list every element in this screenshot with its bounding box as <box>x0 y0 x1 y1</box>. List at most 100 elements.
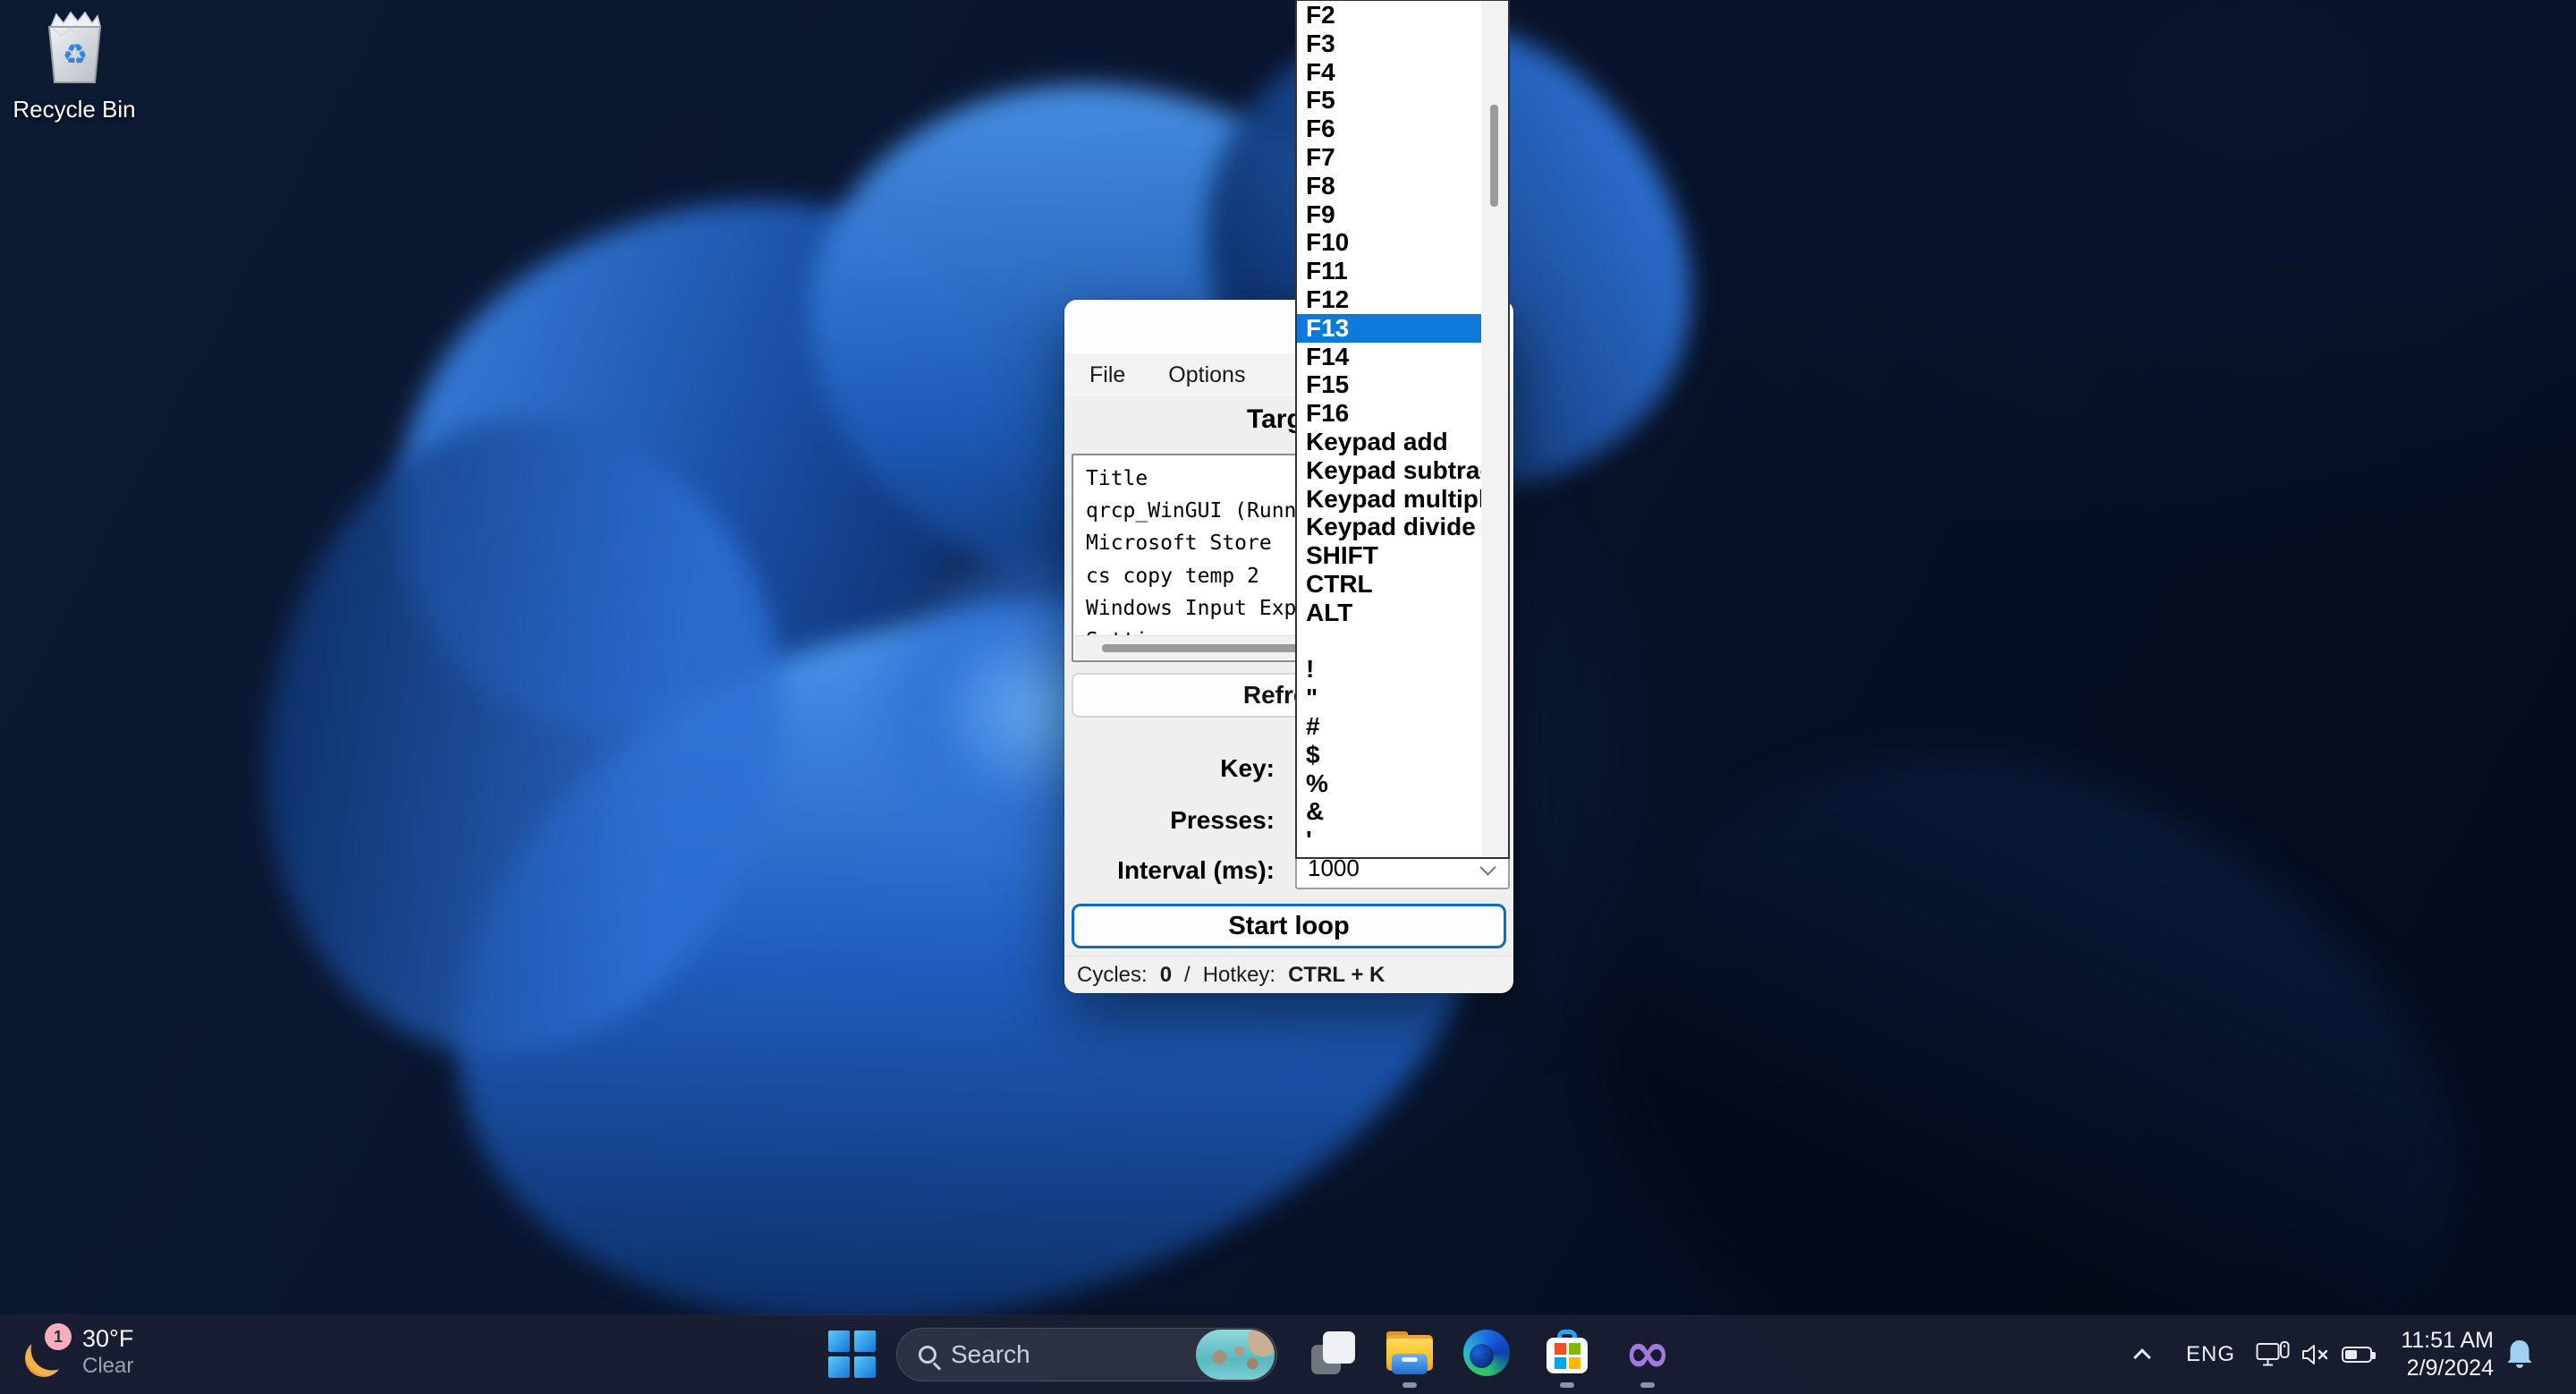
key-dropdown-item[interactable]: F6 <box>1297 115 1481 143</box>
key-dropdown-item[interactable]: F16 <box>1297 399 1481 428</box>
running-indicator <box>1560 1382 1574 1388</box>
start-loop-button[interactable]: Start loop <box>1072 904 1506 948</box>
visual-studio-button[interactable]: ∞ <box>1623 1328 1673 1378</box>
weather-moon-icon: 1 <box>23 1325 72 1379</box>
key-dropdown-item[interactable]: Keypad divide <box>1297 513 1481 541</box>
menu-options[interactable]: Options <box>1163 361 1250 390</box>
key-dropdown-list: F2F3F4F5F6F7F8F9F10F11F12F13F14F15F16Key… <box>1295 0 1510 859</box>
key-dropdown-item[interactable]: SHIFT <box>1297 541 1481 570</box>
store-body <box>1546 1338 1588 1373</box>
key-dropdown-item[interactable]: F2 <box>1297 1 1481 30</box>
weather-condition: Clear <box>82 1353 133 1380</box>
key-dropdown-item[interactable]: F8 <box>1297 172 1481 200</box>
key-dropdown-item[interactable]: F11 <box>1297 257 1481 285</box>
key-dropdown-item[interactable]: Keypad subtract <box>1297 456 1481 485</box>
key-dropdown-item[interactable]: F5 <box>1297 86 1481 115</box>
store-square-red <box>1555 1343 1566 1355</box>
task-view-front-square <box>1323 1331 1355 1364</box>
key-dropdown-item[interactable]: ' <box>1297 826 1481 854</box>
battery-button[interactable] <box>2342 1315 2372 1394</box>
windows-logo-square <box>828 1356 850 1378</box>
svg-text:♻: ♻ <box>63 38 89 71</box>
search-icon <box>919 1346 936 1364</box>
key-dropdown-item[interactable]: F9 <box>1297 200 1481 229</box>
key-dropdown-item[interactable]: F4 <box>1297 58 1481 87</box>
key-dropdown-item[interactable]: ALT <box>1297 599 1481 627</box>
windows-logo-square <box>854 1356 876 1378</box>
start-button[interactable] <box>828 1330 877 1379</box>
display-device-button[interactable] <box>2256 1315 2290 1394</box>
file-explorer-icon <box>1386 1331 1433 1374</box>
microsoft-store-button[interactable] <box>1542 1328 1592 1378</box>
clock-time: 11:51 AM <box>2370 1327 2494 1355</box>
edge-icon <box>1463 1330 1510 1376</box>
key-dropdown-item[interactable]: % <box>1297 769 1481 798</box>
cycles-label: Cycles: <box>1077 963 1148 988</box>
key-dropdown-item[interactable]: Keypad multiply <box>1297 485 1481 514</box>
vertical-scrollbar-thumb[interactable] <box>1490 105 1498 207</box>
battery-icon <box>2342 1347 2372 1363</box>
menu-file[interactable]: File <box>1084 361 1131 390</box>
hidden-icons-chevron[interactable] <box>2133 1348 2151 1366</box>
running-indicator <box>1640 1382 1655 1388</box>
key-dropdown-item[interactable]: F12 <box>1297 285 1481 314</box>
store-square-green <box>1569 1343 1580 1355</box>
chevron-down-icon <box>1479 859 1496 875</box>
recycle-bin-label: Recycle Bin <box>7 96 141 123</box>
key-dropdown-item[interactable]: $ <box>1297 741 1481 769</box>
notification-badge: 1 <box>45 1323 72 1350</box>
interval-label: Interval (ms): <box>1064 856 1275 887</box>
key-dropdown-item[interactable] <box>1297 627 1481 656</box>
key-dropdown-item[interactable]: F10 <box>1297 228 1481 257</box>
key-label: Key: <box>1064 754 1275 785</box>
edge-button[interactable] <box>1462 1328 1512 1378</box>
key-dropdown-item[interactable]: F13 <box>1297 314 1481 343</box>
key-dropdown-item[interactable]: Keypad add <box>1297 428 1481 456</box>
key-dropdown-item[interactable]: F3 <box>1297 30 1481 58</box>
edge-swirl <box>1470 1344 1494 1368</box>
search-input[interactable] <box>951 1340 1196 1369</box>
key-dropdown-item[interactable]: # <box>1297 712 1481 741</box>
horizontal-scrollbar-thumb[interactable] <box>1102 644 1304 652</box>
key-dropdown-item[interactable]: F14 <box>1297 343 1481 371</box>
taskbar: 1 30°F Clear <box>0 1315 2576 1394</box>
task-view-icon <box>1309 1330 1356 1376</box>
cycles-value: 0 <box>1160 963 1172 988</box>
presses-label: Presses: <box>1064 806 1275 837</box>
key-dropdown-item[interactable]: ! <box>1297 655 1481 684</box>
vertical-scrollbar[interactable] <box>1481 1 1508 857</box>
speaker-mute-icon <box>2301 1341 2331 1368</box>
store-square-blue <box>1555 1357 1566 1369</box>
key-dropdown-item[interactable]: CTRL <box>1297 570 1481 599</box>
file-explorer-button[interactable] <box>1385 1328 1435 1378</box>
folder-front <box>1392 1354 1428 1374</box>
visual-studio-icon: ∞ <box>1624 1330 1671 1376</box>
hotkey-value: CTRL + K <box>1288 963 1385 988</box>
notifications-button[interactable] <box>2504 1338 2535 1376</box>
recycle-bin-icon[interactable]: ♻ Recycle Bin <box>7 9 141 123</box>
key-dropdown-item[interactable]: & <box>1297 797 1481 826</box>
monitor-pen-icon <box>2256 1340 2290 1369</box>
language-indicator[interactable]: ENG <box>2186 1315 2235 1394</box>
taskbar-search[interactable] <box>896 1328 1277 1381</box>
status-bar: Cycles: 0 / Hotkey: CTRL + K <box>1064 956 1513 993</box>
bell-icon <box>2504 1338 2535 1372</box>
key-dropdown-item[interactable]: F7 <box>1297 143 1481 172</box>
windows-logo-square <box>828 1330 850 1352</box>
windows-logo-square <box>854 1330 876 1352</box>
clock-date: 2/9/2024 <box>2370 1355 2494 1382</box>
store-square-yellow <box>1569 1357 1580 1369</box>
recycle-bin-glyph: ♻ <box>40 9 108 88</box>
status-separator: / <box>1184 963 1191 988</box>
folder-slot <box>1402 1357 1418 1362</box>
task-view-button[interactable] <box>1308 1328 1358 1378</box>
running-indicator <box>1402 1382 1417 1388</box>
wallpaper-dark-petal <box>1499 637 2562 1394</box>
microsoft-store-icon <box>1545 1330 1589 1376</box>
search-highlight-image[interactable] <box>1196 1330 1275 1380</box>
weather-widget[interactable]: 1 30°F Clear <box>23 1324 133 1380</box>
clock[interactable]: 11:51 AM 2/9/2024 <box>2370 1327 2494 1382</box>
key-dropdown-item[interactable]: F15 <box>1297 370 1481 399</box>
volume-button[interactable] <box>2301 1315 2331 1394</box>
key-dropdown-item[interactable]: " <box>1297 684 1481 712</box>
